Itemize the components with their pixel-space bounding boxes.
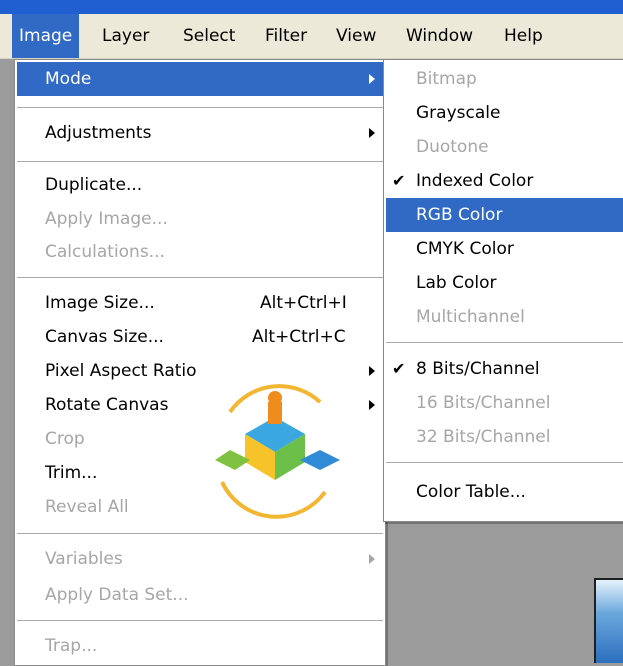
shortcut-label: Alt+Ctrl+I [260, 293, 347, 313]
submenu-item-multichannel: Multichannel [386, 300, 623, 334]
submenu-item-color-table[interactable]: Color Table... [386, 475, 623, 509]
check-icon: ✔ [392, 171, 406, 190]
check-icon: ✔ [392, 359, 406, 378]
submenu-arrow-icon [369, 400, 375, 410]
shortcut-label: Alt+Ctrl+C [252, 327, 346, 347]
menu-item-label: Image Size... [45, 293, 155, 313]
menu-bar: Image Layer Select Filter View Window He… [0, 14, 623, 59]
menu-item-label: CMYK Color [416, 239, 514, 259]
submenu-item-32-bits: 32 Bits/Channel [386, 420, 623, 454]
mode-submenu: Bitmap Grayscale Duotone ✔ Indexed Color… [383, 59, 623, 522]
menu-item-image-size[interactable]: Image Size... Alt+Ctrl+I [17, 286, 383, 320]
menu-separator [17, 277, 383, 278]
menu-select[interactable]: Select [176, 14, 242, 58]
menu-item-apply-data-set: Apply Data Set... [17, 578, 383, 612]
submenu-arrow-icon [369, 128, 375, 138]
menu-item-variables: Variables [17, 542, 383, 576]
submenu-item-8-bits[interactable]: ✔ 8 Bits/Channel [386, 352, 623, 386]
menu-item-label: Trap... [45, 636, 98, 656]
menu-item-label: RGB Color [416, 205, 503, 225]
watermark-logo [215, 384, 340, 519]
menu-item-label: Apply Image... [45, 209, 168, 229]
submenu-item-bitmap: Bitmap [386, 62, 623, 96]
menu-item-trap: Trap... [17, 629, 383, 663]
window-title-strip [0, 0, 623, 14]
menu-item-label: Crop [45, 429, 85, 449]
submenu-item-grayscale[interactable]: Grayscale [386, 96, 623, 130]
submenu-arrow-icon [369, 554, 375, 564]
menu-item-label: 32 Bits/Channel [416, 427, 551, 447]
submenu-arrow-icon [369, 366, 375, 376]
menu-item-label: Multichannel [416, 307, 525, 327]
menu-item-apply-image: Apply Image... [17, 202, 383, 236]
menu-item-label: Color Table... [416, 482, 526, 502]
menu-separator [386, 342, 623, 343]
menu-item-canvas-size[interactable]: Canvas Size... Alt+Ctrl+C [17, 320, 383, 354]
menu-item-label: Calculations... [45, 242, 165, 262]
submenu-item-16-bits: 16 Bits/Channel [386, 386, 623, 420]
menu-item-label: 8 Bits/Channel [416, 359, 540, 379]
menu-separator [17, 161, 383, 162]
submenu-item-lab-color[interactable]: Lab Color [386, 266, 623, 300]
menu-item-mode[interactable]: Mode [17, 62, 383, 96]
menu-item-label: Indexed Color [416, 171, 534, 191]
menu-item-label: 16 Bits/Channel [416, 393, 551, 413]
menu-item-label: Grayscale [416, 103, 501, 123]
menu-item-adjustments[interactable]: Adjustments [17, 116, 383, 150]
menu-item-label: Reveal All [45, 497, 129, 517]
menu-item-duplicate[interactable]: Duplicate... [17, 168, 383, 202]
submenu-item-rgb-color[interactable]: RGB Color [386, 198, 623, 232]
menu-layer[interactable]: Layer [95, 14, 156, 58]
menu-item-label: Duotone [416, 137, 489, 157]
menu-item-label: Bitmap [416, 69, 477, 89]
menu-item-label: Duplicate... [45, 175, 143, 195]
menu-filter[interactable]: Filter [258, 14, 314, 58]
menu-view[interactable]: View [329, 14, 383, 58]
menu-item-label: Canvas Size... [45, 327, 164, 347]
menu-separator [17, 620, 383, 621]
document-canvas-preview [594, 578, 623, 663]
menu-item-label: Trim... [45, 463, 98, 483]
menu-image[interactable]: Image [12, 14, 80, 58]
submenu-item-indexed-color[interactable]: ✔ Indexed Color [386, 164, 623, 198]
menu-item-label: Adjustments [45, 123, 152, 143]
menu-item-calculations: Calculations... [17, 235, 383, 269]
menu-item-label: Lab Color [416, 273, 497, 293]
menu-separator [17, 533, 383, 534]
image-menu: Mode Adjustments Duplicate... Apply Imag… [14, 59, 386, 666]
menu-help[interactable]: Help [497, 14, 550, 58]
submenu-arrow-icon [369, 74, 375, 84]
menu-item-label: Mode [45, 69, 92, 89]
submenu-item-duotone: Duotone [386, 130, 623, 164]
submenu-item-cmyk-color[interactable]: CMYK Color [386, 232, 623, 266]
menu-item-label: Variables [45, 549, 123, 569]
menu-window[interactable]: Window [399, 14, 480, 58]
menu-separator [386, 462, 623, 463]
menu-separator [17, 107, 383, 108]
menu-item-label: Pixel Aspect Ratio [45, 361, 197, 381]
menu-item-label: Apply Data Set... [45, 585, 189, 605]
menu-item-label: Rotate Canvas [45, 395, 169, 415]
